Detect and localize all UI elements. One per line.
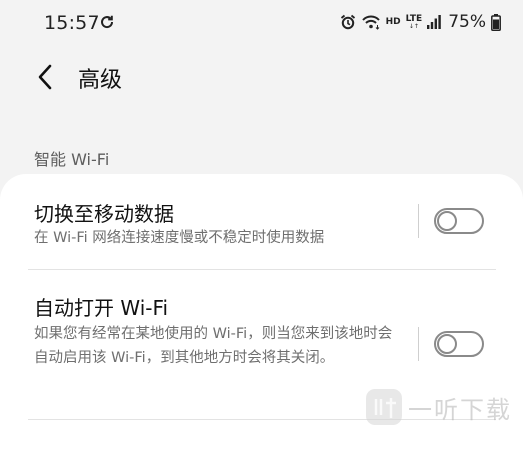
signal-icon: [427, 15, 442, 29]
toggle-knob: [437, 211, 457, 231]
auto-wifi-toggle[interactable]: [434, 331, 484, 357]
status-time: 15:57: [44, 12, 100, 34]
setting-description: 如果您有经常在某地使用的 Wi-Fi，则当您来到该地时会自动启用该 Wi-Fi，…: [34, 326, 393, 366]
lte-arrows: ↓↑: [408, 22, 419, 30]
watermark: 一听下载: [364, 384, 520, 430]
battery-percentage: 75%: [448, 12, 486, 32]
back-button[interactable]: [28, 60, 62, 94]
battery-icon: [491, 13, 501, 31]
divider: [418, 327, 419, 361]
page-title: 高级: [78, 68, 123, 93]
lte-indicator: LTE ↓↑: [406, 14, 423, 30]
wifi-icon: [361, 15, 380, 30]
status-bar: 15:57 HD LTE ↓↑ 75%: [0, 0, 523, 44]
watermark-text: 一听下载: [408, 395, 512, 424]
setting-title: 切换至移动数据: [34, 202, 174, 226]
sync-icon: [101, 15, 114, 29]
alarm-icon: [340, 14, 355, 30]
watermark-logo-icon: [366, 389, 402, 425]
divider: [418, 204, 419, 238]
hd-label: HD: [385, 17, 401, 27]
setting-title: 自动打开 Wi-Fi: [34, 296, 169, 320]
setting-switch-to-mobile-data[interactable]: 切换至移动数据 在 Wi-Fi 网络连接速度慢或不稳定时使用数据: [0, 174, 523, 270]
toggle-knob: [437, 334, 457, 354]
section-header: 智能 Wi-Fi: [34, 150, 110, 169]
app-bar: 高级: [0, 52, 523, 102]
setting-description: 在 Wi-Fi 网络连接速度慢或不稳定时使用数据: [34, 230, 325, 246]
mobile-data-toggle[interactable]: [434, 208, 484, 234]
chevron-left-icon: [38, 64, 52, 90]
status-icons: HD LTE ↓↑ 75%: [340, 10, 501, 34]
